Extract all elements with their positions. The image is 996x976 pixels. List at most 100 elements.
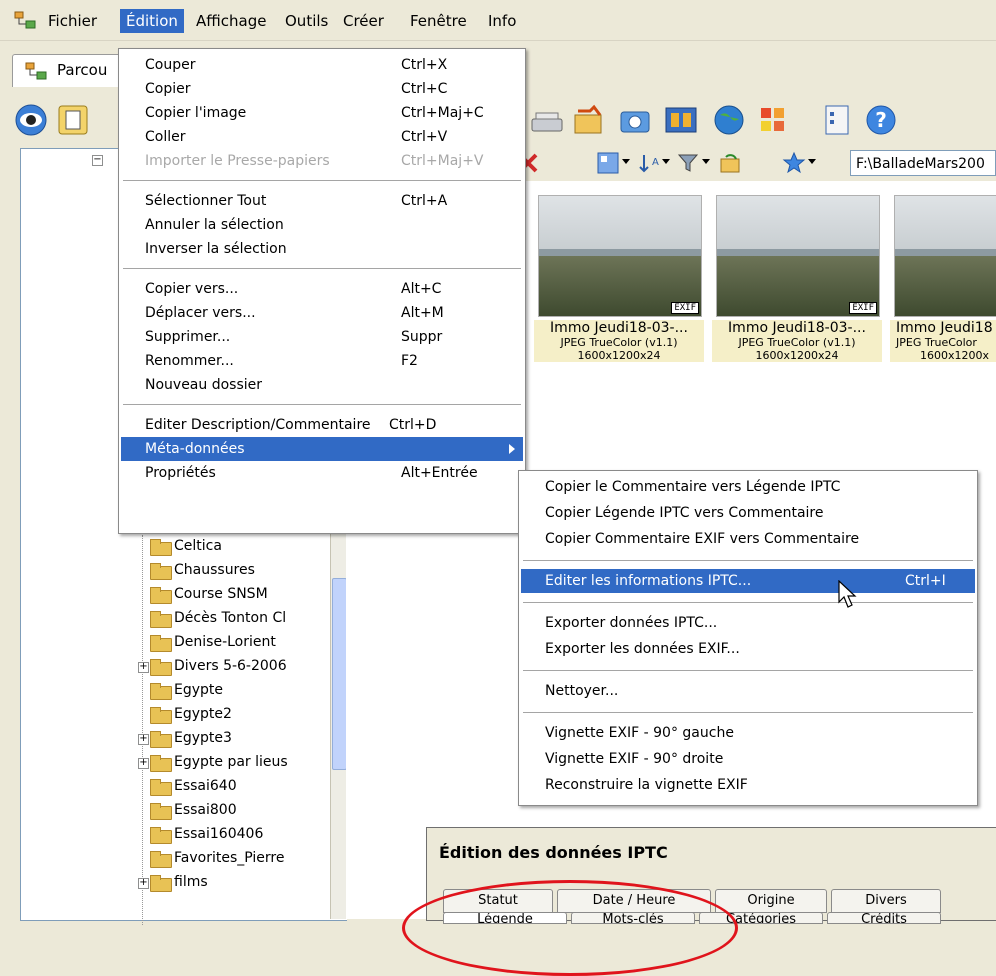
tree-item[interactable]: Favorites_Pierre [150, 847, 284, 869]
menu-item-deplacer-vers[interactable]: Déplacer vers... Alt+M [121, 301, 523, 325]
menu-item-supprimer[interactable]: Supprimer... Suppr [121, 325, 523, 349]
tree-collapse-toggle[interactable]: − [92, 155, 103, 166]
tree-item[interactable]: Chaussures [150, 559, 255, 581]
globe-icon[interactable] [712, 103, 746, 137]
submenu-item[interactable]: Copier Légende IPTC vers Commentaire [521, 501, 975, 525]
menu-item-annuler-selection[interactable]: Annuler la sélection [121, 213, 523, 237]
menu-outils[interactable]: Outils [279, 9, 334, 33]
exif-badge: EXIF [849, 302, 877, 314]
help-icon[interactable]: ? [864, 103, 898, 137]
thumbnail-caption[interactable]: Immo Jeudi18 JPEG TrueColor 1600x1200x [890, 320, 996, 362]
menu-item-inverser-selection[interactable]: Inverser la sélection [121, 237, 523, 261]
scrollbar-thumb[interactable] [332, 578, 347, 770]
menu-item-renommer[interactable]: Renommer... F2 [121, 349, 523, 373]
tree-item[interactable]: Egypte [150, 679, 224, 701]
tree-item-label: Celtica [174, 538, 222, 554]
list-icon[interactable] [820, 103, 854, 137]
menu-item-copier-vers[interactable]: Copier vers... Alt+C [121, 277, 523, 301]
thumbnail-image[interactable]: EXIF [716, 195, 880, 317]
scanner-icon[interactable] [530, 103, 564, 137]
tab-credits[interactable]: Crédits [827, 912, 941, 924]
menu-item-copier-image[interactable]: Copier l'image Ctrl+Maj+C [121, 101, 523, 125]
refresh-folder-icon[interactable] [718, 151, 742, 175]
svg-text:?: ? [875, 108, 887, 132]
menu-item-editer-description[interactable]: Editer Description/Commentaire Ctrl+D [121, 413, 523, 437]
eye-icon[interactable] [14, 103, 48, 137]
tree-item-label: Divers 5-6-2006 [174, 658, 287, 674]
filter-icon[interactable] [676, 151, 700, 175]
submenu-item[interactable]: Nettoyer... [521, 679, 975, 703]
menu-info[interactable]: Info [482, 9, 522, 33]
menu-edition[interactable]: Édition [120, 9, 184, 33]
tree-item[interactable]: Egypte2 [150, 703, 232, 725]
thumbnail-caption[interactable]: Immo Jeudi18-03-... JPEG TrueColor (v1.1… [712, 320, 882, 362]
film-strip-icon[interactable] [664, 103, 698, 137]
tree-item[interactable]: Essai800 [150, 799, 237, 821]
thumbnail-image[interactable]: EXIF [538, 195, 702, 317]
tree-item[interactable]: Décès Tonton Cl [150, 607, 286, 629]
menu-item-couper[interactable]: Couper Ctrl+X [121, 53, 523, 77]
tree-item[interactable]: Celtica [150, 535, 222, 557]
tree-item[interactable]: films [150, 871, 208, 893]
submenu-item[interactable]: Reconstruire la vignette EXIF [521, 773, 975, 797]
tree-item[interactable]: Denise-Lorient [150, 631, 276, 653]
menu-separator [523, 712, 973, 713]
view-mode-icon[interactable] [596, 151, 620, 175]
tree-item[interactable]: Essai640 [150, 775, 237, 797]
thumbnail-name: Immo Jeudi18-03-... [728, 320, 866, 336]
menu-item-copier[interactable]: Copier Ctrl+C [121, 77, 523, 101]
tree-expand-toggle[interactable]: + [138, 878, 149, 889]
menu-item-label: Exporter données IPTC... [545, 615, 718, 631]
chevron-down-icon[interactable] [808, 159, 816, 164]
menu-affichage[interactable]: Affichage [190, 9, 272, 33]
tree-item-label: Essai800 [174, 802, 237, 818]
menu-creer[interactable]: Créer [337, 9, 390, 33]
page-icon[interactable] [56, 103, 90, 137]
submenu-item[interactable]: Copier le Commentaire vers Légende IPTC [521, 475, 975, 499]
menu-fichier[interactable]: Fichier [42, 9, 103, 33]
tree-expand-toggle[interactable]: + [138, 662, 149, 673]
menu-item-selectionner-tout[interactable]: Sélectionner Tout Ctrl+A [121, 189, 523, 213]
submenu-item[interactable]: Vignette EXIF - 90° droite [521, 747, 975, 771]
camera-icon[interactable] [618, 103, 652, 137]
tree-item[interactable]: Egypte3 [150, 727, 232, 749]
chevron-down-icon[interactable] [622, 159, 630, 164]
tree-item-label: Egypte [174, 682, 224, 698]
path-input[interactable]: F:\BalladeMars200 [850, 150, 996, 176]
chevron-down-icon[interactable] [662, 159, 670, 164]
tab-divers[interactable]: Divers [831, 889, 941, 913]
menu-item-shortcut: Suppr [401, 329, 443, 345]
submenu-item[interactable]: Exporter les données EXIF... [521, 637, 975, 661]
tree-item[interactable]: Egypte par lieus [150, 751, 288, 773]
menu-item-nouveau-dossier[interactable]: Nouveau dossier [121, 373, 523, 397]
thumbnail-caption[interactable]: Immo Jeudi18-03-... JPEG TrueColor (v1.1… [534, 320, 704, 362]
folder-icon [150, 850, 172, 868]
submenu-item-editer-iptc[interactable]: Editer les informations IPTC... Ctrl+I [521, 569, 975, 593]
submenu-item[interactable]: Exporter données IPTC... [521, 611, 975, 635]
submenu-item[interactable]: Vignette EXIF - 90° gauche [521, 721, 975, 745]
star-icon[interactable] [782, 151, 806, 175]
thumbnail-name: Immo Jeudi18 [896, 320, 993, 336]
menu-item-meta-donnees[interactable]: Méta-données [121, 437, 523, 461]
sort-icon[interactable]: A [636, 151, 660, 175]
tree-item[interactable]: Divers 5-6-2006 [150, 655, 287, 677]
thumbnail-image[interactable] [894, 195, 996, 317]
annotation-circle [402, 880, 738, 976]
chevron-down-icon[interactable] [702, 159, 710, 164]
mouse-cursor-icon [838, 580, 857, 608]
tree-item[interactable]: Course SNSM [150, 583, 268, 605]
tree-item[interactable]: Essai160406 [150, 823, 263, 845]
menu-item-shortcut: Alt+C [401, 281, 442, 297]
palette-icon[interactable] [756, 103, 790, 137]
submenu-item[interactable]: Copier Commentaire EXIF vers Commentaire [521, 527, 975, 551]
tree-expand-toggle[interactable]: + [138, 734, 149, 745]
menu-item-label: Copier l'image [145, 105, 247, 121]
folder-arrow-icon[interactable] [572, 103, 606, 137]
tab-origine[interactable]: Origine [715, 889, 827, 913]
menu-item-importer-presse-papiers: Importer le Presse-papiers Ctrl+Maj+V [121, 149, 523, 173]
menu-fenetre[interactable]: Fenêtre [404, 9, 473, 33]
tree-expand-toggle[interactable]: + [138, 758, 149, 769]
menu-item-proprietes[interactable]: Propriétés Alt+Entrée [121, 461, 523, 485]
menu-item-coller[interactable]: Coller Ctrl+V [121, 125, 523, 149]
menu-item-shortcut: Ctrl+D [389, 417, 437, 433]
